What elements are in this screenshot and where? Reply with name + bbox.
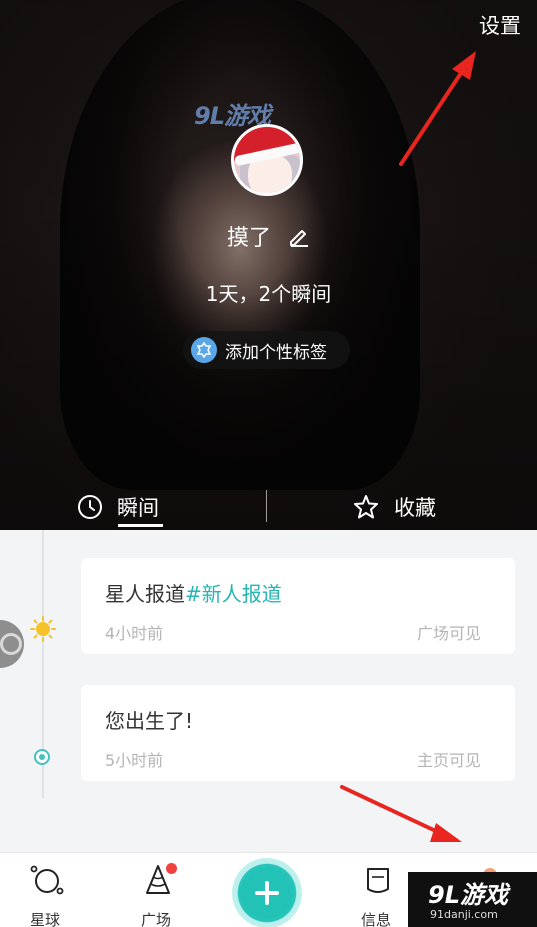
moment-time: 5小时前 — [105, 751, 164, 770]
nav-planet-label: 星球 — [29, 911, 60, 927]
tab-moments-label: 瞬间 — [117, 496, 159, 520]
moment-text: 您出生了! — [105, 709, 194, 733]
clock-icon — [78, 495, 102, 519]
watermark-site: 91danji.com — [430, 908, 498, 921]
plus-icon-vertical — [265, 881, 269, 905]
moment-card[interactable]: 您出生了! 5小时前 主页可见 — [81, 685, 515, 781]
notification-badge — [166, 863, 177, 874]
avatar[interactable] — [231, 124, 303, 196]
nav-plaza-label: 广场 — [140, 911, 171, 927]
topic-link[interactable]: #新人报道 — [185, 582, 282, 606]
message-icon — [367, 868, 389, 893]
username-row[interactable]: 摸了 — [0, 220, 537, 252]
timeline-dot — [34, 749, 50, 765]
add-tag-label: 添加个性标签 — [225, 342, 327, 363]
star-icon — [354, 495, 378, 519]
watermark-logo-text: 9L游戏 — [428, 881, 508, 909]
edit-icon[interactable] — [288, 225, 310, 247]
nav-messages[interactable]: 信息 — [336, 853, 416, 927]
active-tab-indicator — [118, 524, 163, 527]
nav-plaza[interactable]: 广场 — [116, 853, 196, 927]
profile-cover — [0, 0, 537, 530]
add-moment-button[interactable] — [232, 858, 302, 927]
sun-icon — [30, 616, 56, 642]
profile-stats: 1天，2个瞬间 — [205, 282, 332, 306]
floating-camera-handle[interactable] — [0, 620, 24, 668]
settings-button[interactable]: 设置 — [479, 10, 521, 40]
add-tag-button[interactable]: 添加个性标签 — [183, 331, 350, 369]
nav-messages-label: 信息 — [360, 911, 391, 927]
moments-feed: 星人报道#新人报道 4小时前 广场可见 您出生了! 5小时前 主页可见 — [0, 530, 537, 852]
watermark-logo: 9L游戏 — [194, 102, 271, 130]
nav-planet[interactable]: 星球 — [5, 853, 85, 927]
tab-divider — [266, 490, 267, 522]
profile-tabs: 瞬间 收藏 — [0, 484, 537, 530]
moment-card[interactable]: 星人报道#新人报道 4小时前 广场可见 — [81, 558, 515, 654]
username: 摸了 — [226, 226, 271, 251]
moment-text: 星人报道 — [105, 582, 185, 606]
moment-time: 4小时前 — [105, 624, 164, 643]
tab-favorites[interactable]: 收藏 — [352, 484, 436, 530]
planet-icon — [30, 865, 64, 895]
moment-title: 星人报道#新人报道 — [105, 578, 282, 607]
moment-visibility: 主页可见 — [416, 751, 481, 770]
cover-shade — [0, 0, 537, 530]
moment-title: 您出生了! — [105, 705, 193, 734]
tab-favorites-label: 收藏 — [394, 496, 436, 520]
moment-visibility: 广场可见 — [416, 624, 481, 643]
site-watermark: 9L游戏 91danji.com — [408, 872, 537, 927]
badge-icon — [191, 337, 217, 363]
